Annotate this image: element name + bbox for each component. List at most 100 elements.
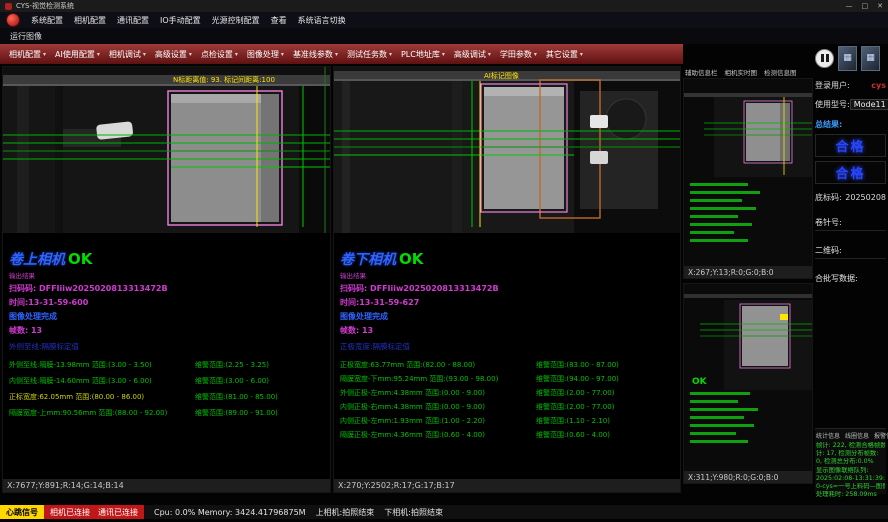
warning-range-text: 维警范围:(2.00 - 77.00)	[536, 402, 674, 412]
thumbnail-image-bottom[interactable]: OK	[684, 284, 812, 472]
maximize-button[interactable]: □	[862, 2, 869, 10]
pause-icon	[826, 54, 829, 62]
title-bar: CYS-视觉检测系统 — □ ✕	[0, 0, 888, 12]
output-subtitle: 输出结果	[340, 270, 674, 280]
menu-system-config[interactable]: 系统配置	[31, 15, 63, 26]
chevron-down-icon: ▾	[335, 51, 338, 58]
chevron-down-icon: ▾	[442, 51, 445, 58]
total-result-label: 总结果:	[815, 119, 886, 130]
thumbnail-view-top: X:267;Y:13;R:0;G:0;B:0	[683, 78, 813, 279]
measurement-text: 正标宽度:62.05mm 范围:(80.00 - 86.00)	[9, 392, 195, 402]
toolbar-field-params[interactable]: 学田参数▾	[497, 48, 540, 61]
menu-language-switch[interactable]: 系统语言切换	[298, 15, 346, 26]
login-user-row: 登录用户: cys	[815, 80, 886, 91]
result-ok-badge: OK	[399, 250, 423, 268]
pixel-coords-readout: X:7677;Y:891;R:14;G:14;B:14	[3, 479, 330, 492]
pause-icon	[821, 54, 824, 62]
warning-range-text: 维警范围:(1.10 - 2.10)	[536, 416, 674, 426]
minimize-button[interactable]: —	[846, 2, 853, 10]
close-button[interactable]: ✕	[877, 2, 883, 10]
measurement-row: 内侧正极-右mm:4.38mm 范围:(0.00 - 9.00)维警范围:(2.…	[340, 402, 674, 412]
status-bar: 心跳信号 相机已连接 通讯已连接 Cpu: 0.0% Memory: 3424.…	[0, 505, 888, 519]
toolbar-advanced-settings[interactable]: 高级设置▾	[152, 48, 195, 61]
menu-light-control-config[interactable]: 光源控制配置	[212, 15, 260, 26]
thumbnail-view-bottom: OK X:311;Y:980;R:0;G:0;B:0	[683, 283, 813, 484]
toolbar-image-processing[interactable]: 图像处理▾	[244, 48, 287, 61]
measurement-row: 隔膜宽度-下mm:95.24mm 范围:(93.00 - 98.00)维警范围:…	[340, 374, 674, 384]
tab-detect-info[interactable]: 检测信息图	[764, 67, 797, 77]
measurement-row: 外侧至线:隔膜-13.98mm 范围:(3.00 - 3.50)维警范围:(2.…	[9, 360, 324, 370]
toolbar-test-tasks[interactable]: 测试任务数▾	[344, 48, 395, 61]
login-user-value: cys	[871, 81, 886, 90]
tab-camera-live[interactable]: 相机实时图	[725, 67, 758, 77]
toolbar-label: 图像处理	[247, 49, 279, 60]
batch-write-label: 合批写数据:	[815, 273, 886, 284]
thumbnail-column: 辅助信息栏 相机实时图 检测信息图	[683, 66, 813, 493]
toolbar-ai-config[interactable]: AI使用配置▾	[52, 48, 103, 61]
model-value: Mode11	[850, 99, 888, 110]
thumbnail-image-top[interactable]	[684, 79, 812, 267]
warning-range-text: 维警范围:(3.00 - 6.00)	[195, 376, 324, 386]
upper-result-text: 卷上相机 OK 输出结果 扫码码: DFFIiiw202502081331347…	[3, 233, 330, 479]
toolbar-label: 其它设置	[546, 49, 578, 60]
tab-coil-info[interactable]: 线圈信息	[845, 431, 869, 440]
thumbnail-ok-text: OK	[692, 377, 708, 387]
snapshot-button-lower[interactable]: ▦	[861, 46, 880, 71]
menu-view[interactable]: 查看	[271, 15, 287, 26]
app-window: CYS-视觉检测系统 — □ ✕ 系统配置 相机配置 通讯配置 IO手动配置 光…	[0, 0, 888, 522]
tab-alarm-info[interactable]: 报警信息	[874, 431, 888, 440]
measurement-row: 正标宽度:62.05mm 范围:(80.00 - 86.00)维警范围:(81.…	[9, 392, 324, 402]
toolbar-advanced-debug[interactable]: 高级调试▾	[451, 48, 494, 61]
picture-icon: ▦	[843, 53, 852, 63]
toolbar-camera-config[interactable]: 相机配置▾	[6, 48, 49, 61]
tab-aux-info[interactable]: 辅助信息栏	[685, 67, 718, 77]
toolbar-baseline-params[interactable]: 基准线参数▾	[290, 48, 341, 61]
pixel-coords-readout: X:267;Y:13;R:0;G:0;B:0	[684, 266, 812, 278]
chevron-down-icon: ▾	[143, 51, 146, 58]
heartbeat-indicator: 心跳信号	[0, 505, 44, 519]
chevron-down-icon: ▾	[281, 51, 284, 58]
toolbar-spot-check[interactable]: 点检设置▾	[198, 48, 241, 61]
pixel-coords-readout: X:311;Y:980;R:0;G:0;B:0	[684, 471, 812, 483]
measure-overlay-label: N标距离值: 93. 标记间距离:100	[173, 75, 275, 84]
snapshot-button-upper[interactable]: ▦	[838, 46, 857, 71]
lower-camera-status: 下相机:拍照结束	[384, 505, 443, 519]
menu-io-manual-config[interactable]: IO手动配置	[160, 15, 201, 26]
toolbar-label: 学田参数	[500, 49, 532, 60]
measurement-text: 内侧正极-右mm:4.38mm 范围:(0.00 - 9.00)	[340, 402, 536, 412]
tab-run-image[interactable]: 运行图像	[10, 31, 42, 42]
barcode-text: 扫码码: DFFIiiw2025020813313472B	[9, 283, 324, 294]
camera-connected-text: 相机已连接	[50, 507, 90, 518]
model-row: 使用型号: Mode11	[815, 99, 886, 110]
toolbar-label: 高级调试	[454, 49, 486, 60]
measurement-row: 内侧正极-左mm:1.93mm 范围:(1.00 - 2.20)维警范围:(1.…	[340, 416, 674, 426]
toolbar-label: 基准线参数	[293, 49, 333, 60]
toolbar-plc-address[interactable]: PLC地址库▾	[398, 48, 448, 61]
menu-comm-config[interactable]: 通讯配置	[117, 15, 149, 26]
toolbar: 相机配置▾ AI使用配置▾ 相机调试▾ 高级设置▾ 点检设置▾ 图像处理▾ 基准…	[0, 44, 683, 64]
stats-line: 帧计: 222, 检测合格帧数:	[816, 442, 885, 450]
camera-title: 卷下相机	[340, 249, 396, 269]
measurement-text: 隔膜正极-左mm:4.36mm 范围:(0.60 - 4.00)	[340, 430, 536, 440]
login-user-label: 登录用户:	[815, 80, 850, 91]
measurement-row: 隔膜正极-左mm:4.36mm 范围:(0.60 - 4.00)维警范围:(0.…	[340, 430, 674, 440]
chevron-down-icon: ▾	[43, 51, 46, 58]
toolbar-camera-debug[interactable]: 相机调试▾	[106, 48, 149, 61]
menu-camera-config[interactable]: 相机配置	[74, 15, 106, 26]
frame-count-text: 帧数: 13	[340, 325, 674, 336]
measurement-text: 隔膜宽度-上mm:90.56mm 范围:(88.00 - 92.00)	[9, 408, 195, 418]
lower-camera-image[interactable]: AI标记图像	[334, 67, 680, 233]
measurement-text: 内侧至线:隔膜-14.60mm 范围:(3.00 - 6.00)	[9, 376, 195, 386]
pause-button[interactable]	[815, 49, 834, 68]
toolbar-label: 点检设置	[201, 49, 233, 60]
measurement-text: 正极宽度:63.77mm 范围:(82.00 - 88.00)	[340, 360, 536, 370]
barcode-text: 扫码码: DFFIiiw2025020813313472B	[340, 283, 674, 294]
stats-line: 2025:02:08-13:31:39:65	[816, 475, 885, 483]
toolbar-other-settings[interactable]: 其它设置▾	[543, 48, 586, 61]
upper-camera-image[interactable]: N标距离值: 93. 标记间距离:100	[3, 67, 330, 233]
result-ok-badge: OK	[68, 250, 92, 268]
measurement-text: 隔膜宽度-下mm:95.24mm 范围:(93.00 - 98.00)	[340, 374, 536, 384]
measurement-list: 正极宽度:63.77mm 范围:(82.00 - 88.00)维警范围:(83.…	[340, 360, 674, 440]
toolbar-label: PLC地址库	[401, 49, 440, 60]
tab-statistics[interactable]: 统计信息	[816, 431, 840, 440]
